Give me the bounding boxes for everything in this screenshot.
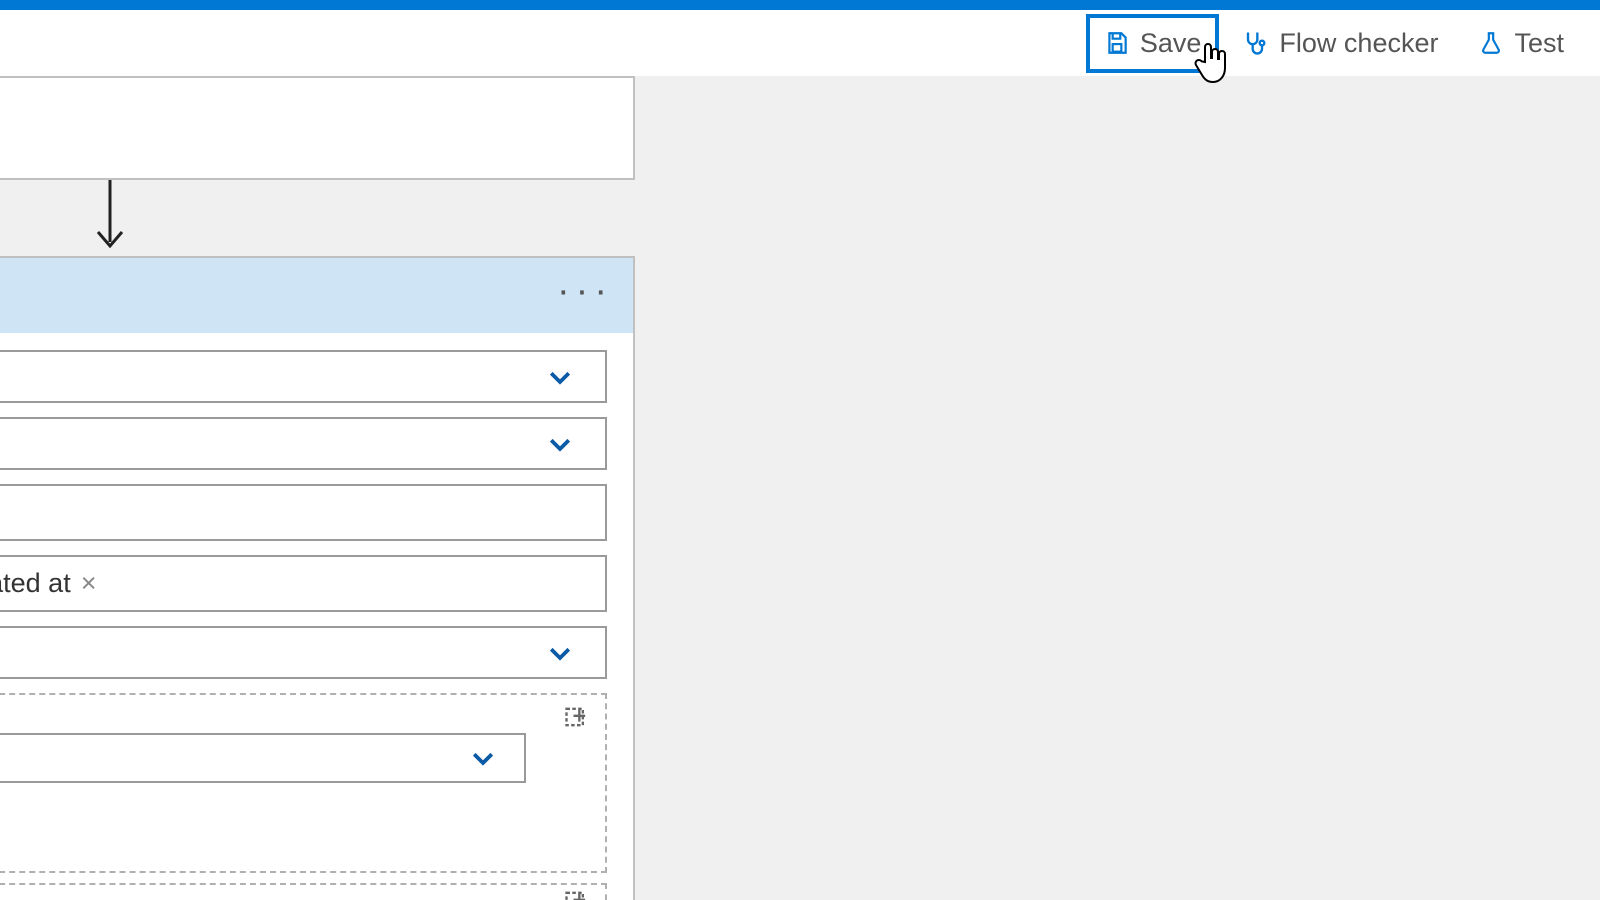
test-button[interactable]: Test <box>1460 14 1582 73</box>
dropdown-field-1[interactable] <box>0 350 607 403</box>
chevron-down-icon <box>545 638 575 668</box>
flow-canvas: ··· .) × xt × <box>0 76 1600 900</box>
test-button-label: Test <box>1514 28 1564 59</box>
connector-arrow <box>95 180 125 258</box>
save-button-label: Save <box>1140 28 1202 59</box>
flow-checker-label: Flow checker <box>1279 28 1438 59</box>
column-dropdown[interactable] <box>0 733 526 783</box>
remove-token-icon[interactable]: × <box>81 568 97 599</box>
dynamic-token-createdat[interactable]: Created at × <box>0 563 96 605</box>
save-button[interactable]: Save <box>1086 14 1220 73</box>
stethoscope-icon <box>1241 29 1269 57</box>
action-card: ··· .) × xt × <box>0 256 635 900</box>
flow-checker-button[interactable]: Flow checker <box>1223 14 1456 73</box>
command-bar: Save Flow checker Test <box>0 10 1600 76</box>
action-card-body: .) × xt × User name × <box>0 333 633 900</box>
chevron-down-icon <box>545 362 575 392</box>
dynamic-content-toggle-icon[interactable] <box>563 887 591 900</box>
dynamic-token-label: Created at <box>0 568 71 599</box>
dropdown-field-2[interactable] <box>0 417 607 470</box>
column-mapping-section <box>0 693 607 873</box>
dynamic-content-toggle-icon[interactable] <box>563 703 591 736</box>
action-card-header[interactable]: ··· <box>0 256 633 333</box>
chevron-down-icon <box>545 429 575 459</box>
chevron-down-icon <box>468 743 498 773</box>
column-mapping-section-2 <box>0 883 607 900</box>
top-accent-strip <box>0 0 1600 10</box>
token-field-2[interactable]: xt × User name × Created at × <box>0 555 607 612</box>
dropdown-field-3[interactable] <box>0 626 607 679</box>
trigger-card[interactable] <box>0 76 635 180</box>
token-field-1[interactable]: .) × <box>0 484 607 541</box>
flask-icon <box>1478 30 1504 56</box>
save-icon <box>1104 30 1130 56</box>
